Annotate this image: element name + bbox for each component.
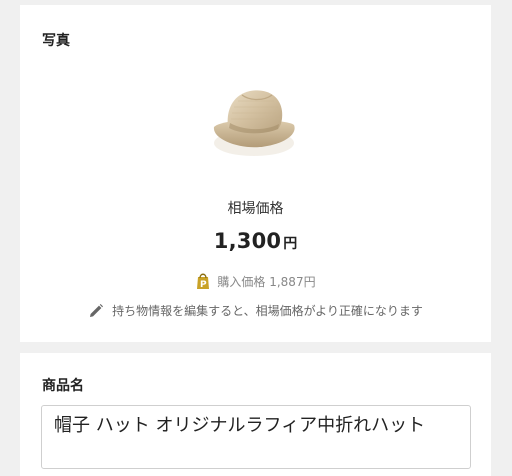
product-name-card: 商品名 帽子 ハット オリジナルラフィア中折れハット [20,353,491,476]
product-name-value: 帽子 ハット オリジナルラフィア中折れハット [54,415,426,436]
hat-photo[interactable] [208,77,300,161]
photo-card: 写真 相場価格 1,300 円 P 購入価格 1,887円 持ち物情報を編集する… [20,5,491,342]
resize-handle-icon[interactable] [459,457,467,465]
edit-hint-text: 持ち物情報を編集すると、相場価格がより正確になります [112,304,423,318]
pencil-icon [88,303,104,319]
product-name-textarea[interactable]: 帽子 ハット オリジナルラフィア中折れハット [41,405,471,469]
edit-hint[interactable]: 持ち物情報を編集すると、相場価格がより正確になります [20,302,491,319]
photo-section-title: 写真 [42,33,70,49]
shopping-bag-icon: P [195,272,211,290]
purchase-price-row: P 購入価格 1,887円 [20,272,491,290]
market-price-unit: 円 [283,236,298,252]
market-price-value: 1,300 [213,229,282,253]
market-price: 1,300 円 [20,229,491,253]
market-price-label: 相場価格 [227,201,284,217]
svg-text:P: P [200,280,207,290]
purchase-price-text: 購入価格 1,887円 [217,274,316,289]
product-name-title: 商品名 [42,378,84,394]
